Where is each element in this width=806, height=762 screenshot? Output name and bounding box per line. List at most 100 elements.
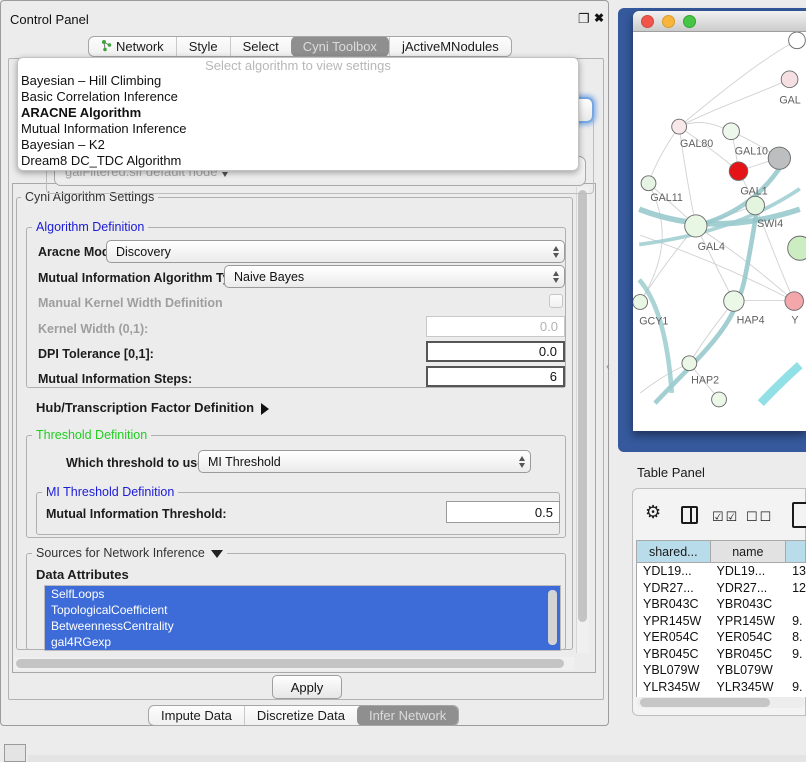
table-horizontal-scrollbar-thumb[interactable]	[640, 698, 770, 707]
network-node-hap2[interactable]	[682, 356, 697, 371]
network-node-gcy1[interactable]	[633, 295, 648, 310]
network-node-label: GAL11	[650, 192, 682, 204]
algorithm-option[interactable]: Bayesian – Hill Climbing	[18, 73, 578, 89]
network-node-gal80[interactable]	[672, 119, 687, 134]
aracne-mode-value: Discovery	[107, 245, 548, 259]
network-node-gal10[interactable]	[723, 123, 740, 140]
mi-threshold-value: 0.5	[535, 505, 559, 520]
control-panel-title: Control Panel	[10, 12, 89, 27]
gear-icon[interactable]: ⚙	[645, 503, 661, 521]
table-row[interactable]: YDL19...YDL19...13	[637, 563, 806, 580]
table-row[interactable]: YER054CYER054C8.	[637, 629, 806, 646]
network-edge[interactable]	[696, 226, 794, 301]
aracne-mode-combo[interactable]: Discovery	[106, 240, 565, 263]
deselect-all-checkboxes-icon[interactable]: ☐☐	[746, 509, 773, 525]
network-node-hap4[interactable]	[724, 291, 744, 311]
bottom-tab-infer-network[interactable]: Infer Network	[357, 705, 458, 726]
table-column-header[interactable]: shared...	[637, 541, 711, 562]
bottom-tab-discretize-data[interactable]: Discretize Data	[244, 706, 357, 725]
network-edge-thick[interactable]	[761, 365, 800, 403]
tab-jactivemnodules[interactable]: jActiveMNodules	[389, 37, 511, 56]
manual-kernel-width-checkbox[interactable]	[549, 294, 563, 308]
combo-stepper-icon	[514, 456, 530, 468]
list-item[interactable]	[45, 650, 560, 651]
sources-legend[interactable]: Sources for Network Inference	[32, 546, 227, 560]
tab-select[interactable]: Select	[230, 37, 291, 56]
table-cell: 12	[786, 580, 806, 597]
algorithm-option[interactable]: ARACNE Algorithm	[18, 105, 578, 121]
network-edge[interactable]	[649, 127, 680, 184]
network-node-gal4[interactable]	[685, 215, 707, 237]
bottom-tab-impute-data[interactable]: Impute Data	[149, 706, 244, 725]
data-attribute-item[interactable]: BetweennessCentrality	[45, 618, 560, 634]
table-column-header[interactable]	[786, 541, 806, 562]
table-cell: 9.	[786, 646, 806, 663]
collapsed-arrow-icon	[261, 403, 269, 415]
column-chooser-icon[interactable]	[681, 506, 698, 524]
split-pane-arrow-icon[interactable]: ‹	[606, 361, 610, 373]
network-edge[interactable]	[679, 79, 789, 126]
dpi-tolerance-field[interactable]: 0.0	[426, 341, 565, 362]
algorithm-option[interactable]: Dream8 DC_TDC Algorithm	[18, 153, 578, 169]
close-icon[interactable]: ✖	[594, 11, 604, 25]
network-node[interactable]	[712, 392, 727, 407]
network-node[interactable]	[789, 32, 806, 49]
network-node[interactable]	[788, 236, 806, 260]
table-row[interactable]: YLR345WYLR345W9.	[637, 679, 806, 696]
table-row[interactable]: YBR043CYBR043C	[637, 596, 806, 613]
tab-cyni-toolbox[interactable]: Cyni Toolbox	[291, 36, 389, 57]
network-node-gal[interactable]	[781, 71, 798, 88]
float-window-icon[interactable]: ❐	[578, 11, 590, 27]
screen: Control Panel ❐ ✖ NetworkStyleSelectCyni…	[0, 0, 806, 762]
table-cell: 9.	[786, 679, 806, 696]
select-all-checkboxes-icon[interactable]: ☑☑	[712, 509, 739, 525]
hub-definition-toggle[interactable]: Hub/Transcription Factor Definition	[36, 400, 269, 415]
settings-vertical-scrollbar-thumb[interactable]	[578, 190, 587, 622]
algorithm-option[interactable]: Basic Correlation Inference	[18, 89, 578, 105]
table-row[interactable]: YBL079WYBL079W	[637, 662, 806, 679]
collapsed-panel-button[interactable]	[4, 744, 26, 762]
table-cell	[786, 662, 806, 679]
network-node-y[interactable]	[785, 292, 804, 311]
table-row[interactable]: YBR045CYBR045C9.	[637, 646, 806, 663]
mi-threshold-field[interactable]: 0.5	[446, 501, 560, 523]
data-attributes-list[interactable]: SelfLoopsTopologicalCoefficientBetweenne…	[44, 585, 561, 651]
algorithm-option[interactable]: Mutual Information Inference	[18, 121, 578, 137]
table-row[interactable]: YDR27...YDR27...12	[637, 580, 806, 597]
dpi-tolerance-label: DPI Tolerance [0,1]:	[38, 347, 154, 361]
network-node-gal11[interactable]	[641, 176, 656, 191]
which-threshold-combo[interactable]: MI Threshold	[198, 450, 531, 473]
network-node-label: GAL	[779, 94, 800, 106]
table-function-icon[interactable]	[792, 502, 806, 528]
data-attribute-item[interactable]: SelfLoops	[45, 586, 560, 602]
tab-network[interactable]: Network	[89, 37, 176, 56]
mi-algorithm-type-combo[interactable]: Naive Bayes	[224, 265, 565, 288]
close-traffic-light-icon[interactable]	[641, 15, 654, 28]
kernel-width-field[interactable]: 0.0	[426, 316, 565, 337]
network-node[interactable]	[768, 147, 790, 169]
network-node-gal1[interactable]	[729, 162, 748, 181]
table-cell: YDL19...	[711, 563, 787, 580]
mi-steps-field[interactable]: 6	[426, 366, 565, 387]
settings-horizontal-scrollbar-thumb[interactable]	[16, 659, 564, 668]
network-canvas[interactable]: GALGAL80GAL10GAL1GAL11SWI4GAL4GCY1HAP4YH…	[633, 32, 806, 431]
table-row[interactable]: YPR145WYPR145W9.	[637, 613, 806, 630]
algorithm-option[interactable]: Bayesian – K2	[18, 137, 578, 153]
network-window-titlebar[interactable]	[633, 11, 806, 32]
dpi-tolerance-value: 0.0	[539, 344, 563, 359]
data-attribute-item[interactable]: TopologicalCoefficient	[45, 602, 560, 618]
minimize-traffic-light-icon[interactable]	[662, 15, 675, 28]
apply-button[interactable]: Apply	[272, 675, 342, 699]
attributes-scrollbar-thumb[interactable]	[548, 590, 557, 645]
network-edge[interactable]	[689, 301, 734, 363]
network-edge[interactable]	[696, 226, 734, 301]
network-node-swi4[interactable]	[746, 196, 765, 215]
sources-legend-label: Sources for Network Inference	[36, 546, 205, 560]
table-column-header[interactable]: name	[711, 541, 787, 562]
table-cell: YBR045C	[711, 646, 787, 663]
tab-style[interactable]: Style	[176, 37, 230, 56]
control-panel-tabs: NetworkStyleSelectCyni ToolboxjActiveMNo…	[88, 36, 512, 57]
data-attribute-item[interactable]: gal4RGexp	[45, 634, 560, 650]
zoom-traffic-light-icon[interactable]	[683, 15, 696, 28]
table-cell: YBR043C	[637, 596, 711, 613]
